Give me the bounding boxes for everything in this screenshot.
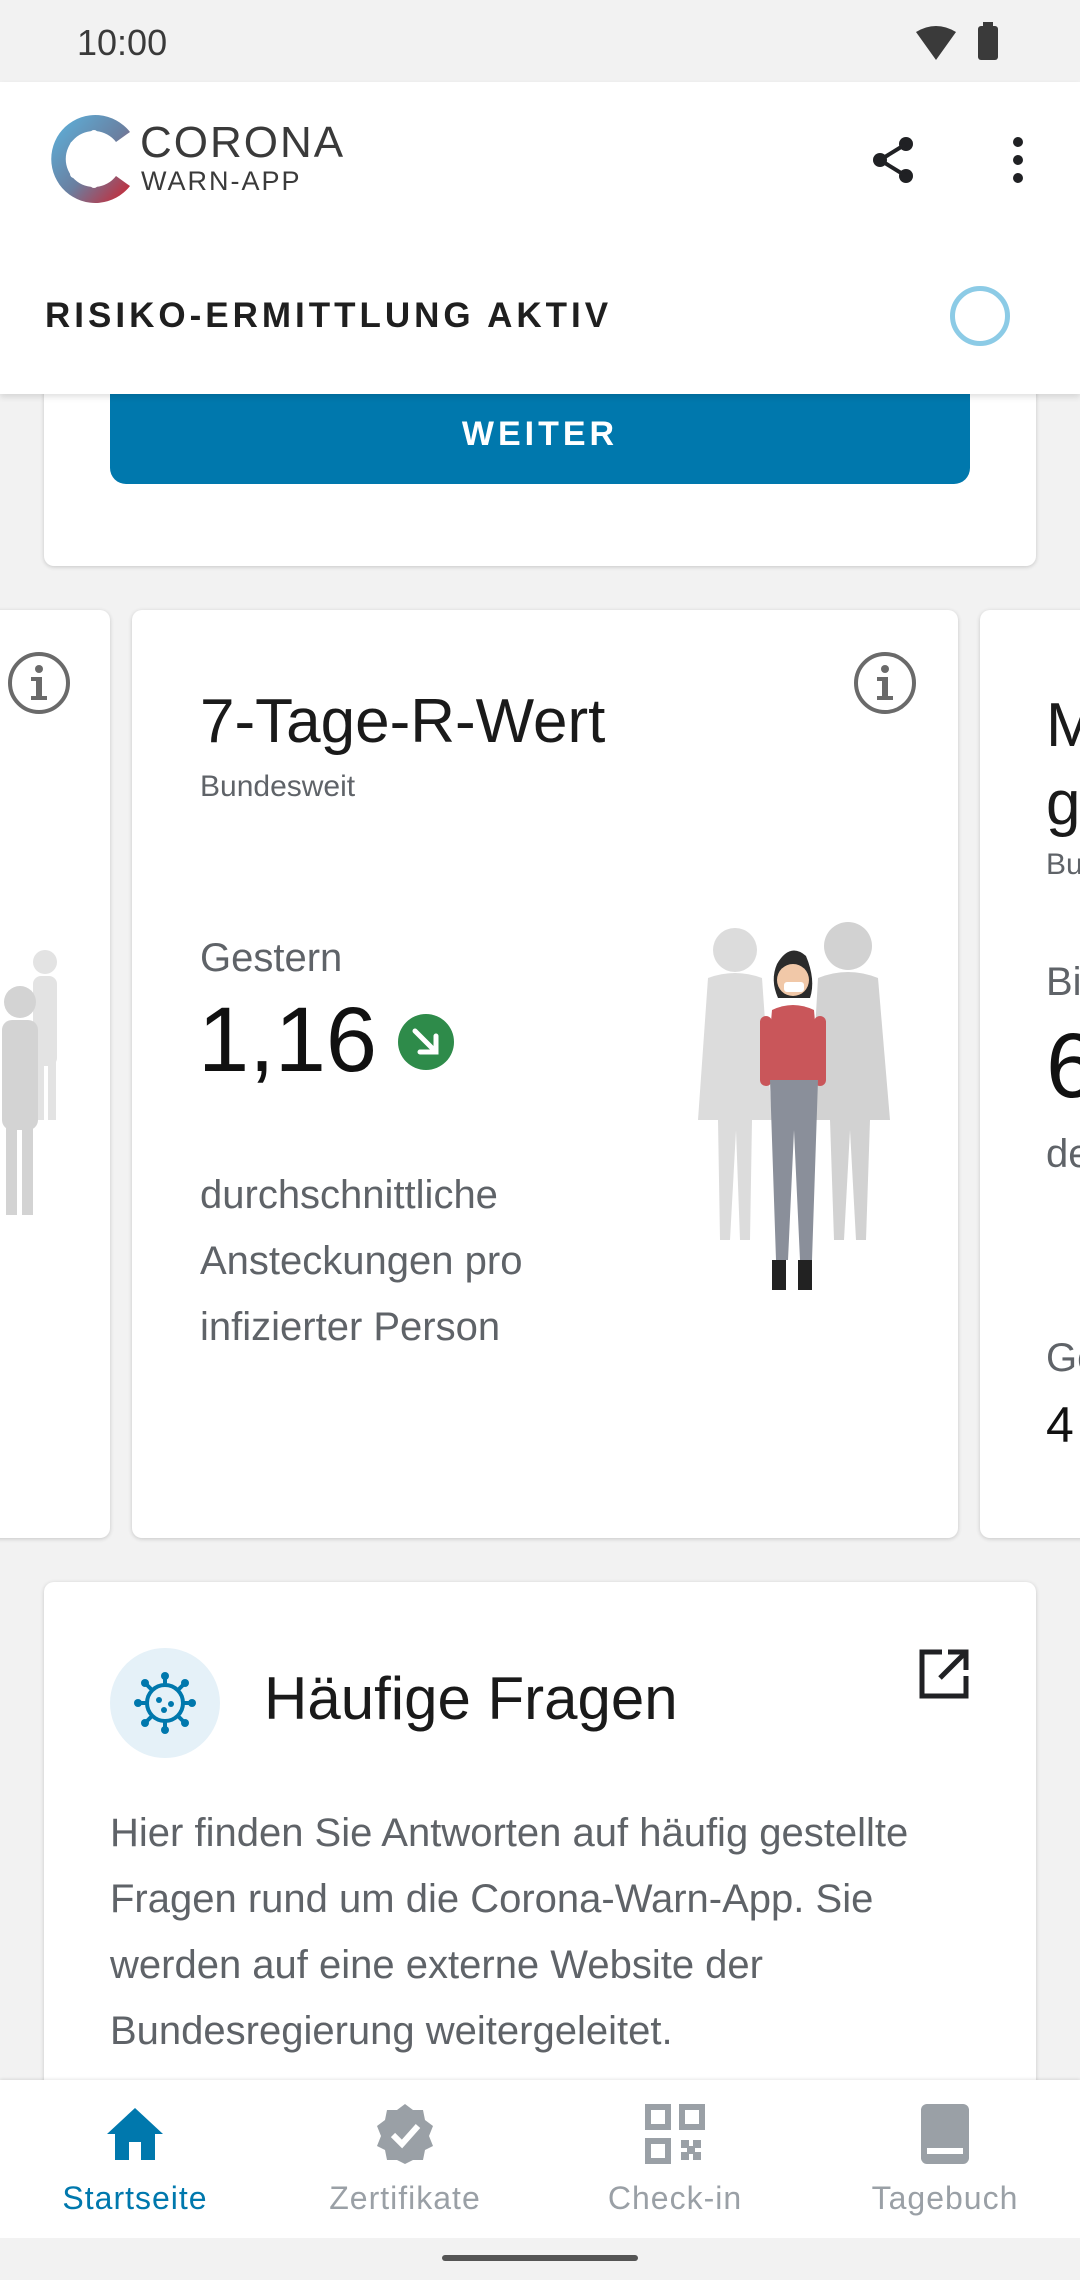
certificate-icon	[373, 2102, 437, 2166]
logo-subtitle: WARN-APP	[141, 166, 302, 196]
next-card-subtitle: Bu	[1046, 848, 1080, 881]
card-title: 7-Tage-R-Wert	[200, 687, 606, 756]
risk-status-label[interactable]: RISIKO-ERMITTLUNG AKTIV	[45, 296, 612, 336]
value-label: Gestern	[200, 936, 343, 980]
virus-icon	[110, 1648, 220, 1758]
r-value: 1,16	[198, 989, 378, 1091]
next-card-label: Bi	[1046, 960, 1080, 1004]
next-card-title: M	[1046, 691, 1080, 760]
card-subtitle: Bundesweit	[200, 770, 356, 803]
corona-warn-app-logo-icon	[44, 110, 142, 208]
faq-body: Hier finden Sie Antworten auf häufig ges…	[110, 1811, 909, 2053]
info-icon[interactable]	[852, 650, 918, 716]
share-icon[interactable]	[866, 132, 922, 188]
gesture-handle[interactable]	[442, 2255, 638, 2261]
app-bar: CORONA WARN-APP RISIKO-ERMITTLUNG AKTIV	[0, 82, 1080, 394]
diary-icon	[913, 2102, 977, 2166]
card-description: durchschnittliche Ansteckungen pro infiz…	[200, 1173, 523, 1349]
next-card-description: de	[1046, 1132, 1080, 1176]
people-illustration	[0, 940, 70, 1220]
nav-tab-check-in[interactable]: Check-in	[540, 2080, 810, 2238]
more-options-icon[interactable]	[990, 132, 1046, 188]
info-icon[interactable]	[6, 650, 72, 716]
next-card-value: 6	[1046, 1015, 1080, 1117]
nav-label: Tagebuch	[871, 2180, 1019, 2216]
nav-tab-tagebuch[interactable]: Tagebuch	[810, 2080, 1080, 2238]
nav-tab-zertifikate[interactable]: Zertifikate	[270, 2080, 540, 2238]
nav-label: Check-in	[607, 2180, 743, 2216]
home-icon	[103, 2102, 167, 2166]
external-link-icon[interactable]	[916, 1646, 972, 1702]
nav-tab-startseite[interactable]: Startseite	[0, 2080, 270, 2238]
risk-status-indicator	[950, 286, 1010, 346]
bottom-navigation: Startseite Zertifikate Check-in Tagebuch	[0, 2080, 1080, 2238]
logo-title: CORONA	[140, 118, 346, 167]
trend-down-arrow-icon	[398, 1014, 454, 1070]
nav-label: Zertifikate	[329, 2180, 481, 2216]
qr-code-icon	[643, 2102, 707, 2166]
next-card-title-line2: g	[1046, 769, 1080, 838]
nav-label: Startseite	[62, 2180, 208, 2216]
next-card-value-secondary: 4	[1046, 1397, 1074, 1453]
continue-button[interactable]: WEITER	[110, 384, 970, 484]
people-illustration	[680, 920, 900, 1330]
faq-title: Häufige Fragen	[264, 1665, 678, 1732]
next-card-label-secondary: Ge	[1046, 1336, 1080, 1380]
